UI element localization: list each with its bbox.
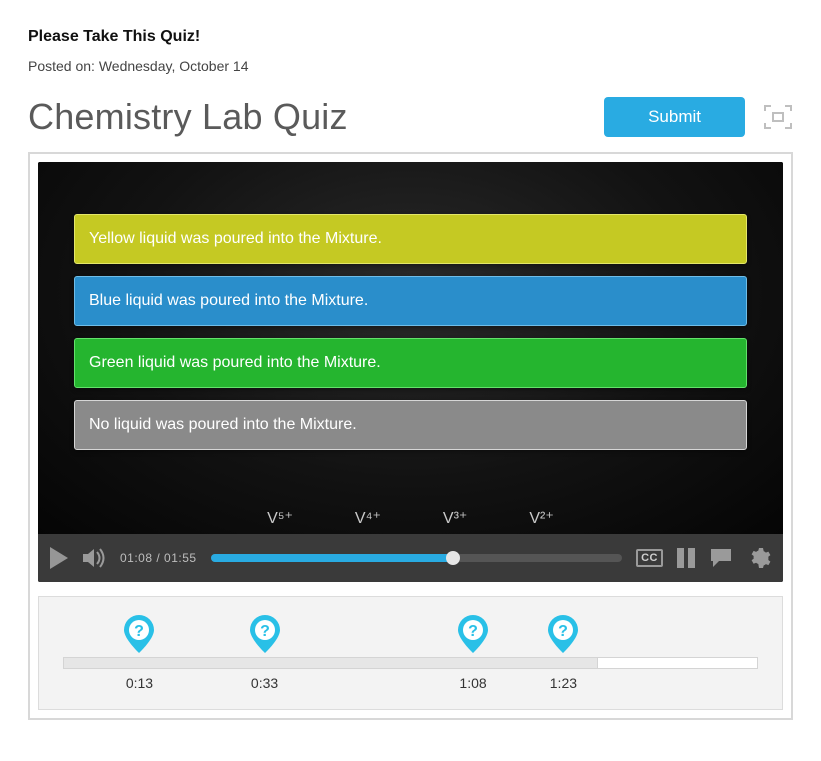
video-bg-label: V²⁺ — [529, 508, 553, 528]
timeline-marker[interactable]: ? — [247, 613, 283, 660]
cc-button[interactable]: CC — [636, 549, 663, 567]
comment-icon[interactable] — [709, 547, 733, 569]
video-frame[interactable]: Zn +2VO²⁺ +4H⁺ →2V³⁺ +Zn²⁺ +H₂O V⁵⁺ V⁴⁺ … — [38, 162, 783, 534]
timeline-label: 1:08 — [459, 675, 486, 691]
pause-icon[interactable] — [677, 548, 695, 568]
video-bg-label: V⁵⁺ — [267, 508, 293, 528]
video-progress-knob[interactable] — [446, 551, 460, 565]
timeline-label: 1:23 — [550, 675, 577, 691]
answer-option[interactable]: Blue liquid was poured into the Mixture. — [74, 276, 747, 326]
timeline-label: 0:33 — [251, 675, 278, 691]
timeline-track-fill — [64, 658, 598, 668]
volume-icon[interactable] — [82, 547, 106, 569]
timeline-marker[interactable]: ? — [545, 613, 581, 660]
svg-text:?: ? — [468, 623, 478, 640]
video-controls: 01:08 / 01:55 CC — [38, 534, 783, 582]
timeline-labels: 0:13 0:33 1:08 1:23 — [63, 675, 758, 695]
svg-text:?: ? — [559, 623, 569, 640]
title-bar: Chemistry Lab Quiz Submit — [28, 96, 793, 138]
timeline-marker[interactable]: ? — [455, 613, 491, 660]
timeline-markers: ? ? ? ? — [63, 613, 758, 657]
video-progress[interactable] — [211, 554, 623, 562]
time-total: 01:55 — [164, 551, 197, 565]
posted-on: Posted on: Wednesday, October 14 — [28, 58, 793, 74]
svg-text:?: ? — [135, 623, 145, 640]
time-display: 01:08 / 01:55 — [120, 551, 197, 565]
gear-icon[interactable] — [747, 546, 771, 570]
svg-text:?: ? — [260, 623, 270, 640]
question-timeline: ? ? ? ? 0:13 0:33 1:08 1:23 — [38, 596, 783, 710]
submit-button[interactable]: Submit — [604, 97, 745, 137]
answer-option[interactable]: Green liquid was poured into the Mixture… — [74, 338, 747, 388]
page-heading: Please Take This Quiz! — [28, 28, 793, 46]
timeline-track[interactable] — [63, 657, 758, 669]
quiz-title: Chemistry Lab Quiz — [28, 96, 348, 138]
answer-list: Yellow liquid was poured into the Mixtur… — [74, 214, 747, 450]
answer-option[interactable]: No liquid was poured into the Mixture. — [74, 400, 747, 450]
fullscreen-icon[interactable] — [763, 104, 793, 130]
time-current: 01:08 — [120, 551, 153, 565]
quiz-card: Zn +2VO²⁺ +4H⁺ →2V³⁺ +Zn²⁺ +H₂O V⁵⁺ V⁴⁺ … — [28, 152, 793, 720]
title-actions: Submit — [604, 97, 793, 137]
answer-option[interactable]: Yellow liquid was poured into the Mixtur… — [74, 214, 747, 264]
video-bg-labels: V⁵⁺ V⁴⁺ V³⁺ V²⁺ — [38, 508, 783, 528]
timeline-label: 0:13 — [126, 675, 153, 691]
video-bg-label: V⁴⁺ — [355, 508, 381, 528]
video-player: Zn +2VO²⁺ +4H⁺ →2V³⁺ +Zn²⁺ +H₂O V⁵⁺ V⁴⁺ … — [38, 162, 783, 582]
video-progress-fill — [211, 554, 454, 562]
timeline-marker[interactable]: ? — [121, 613, 157, 660]
video-bg-label: V³⁺ — [443, 508, 467, 528]
play-icon[interactable] — [50, 547, 68, 569]
